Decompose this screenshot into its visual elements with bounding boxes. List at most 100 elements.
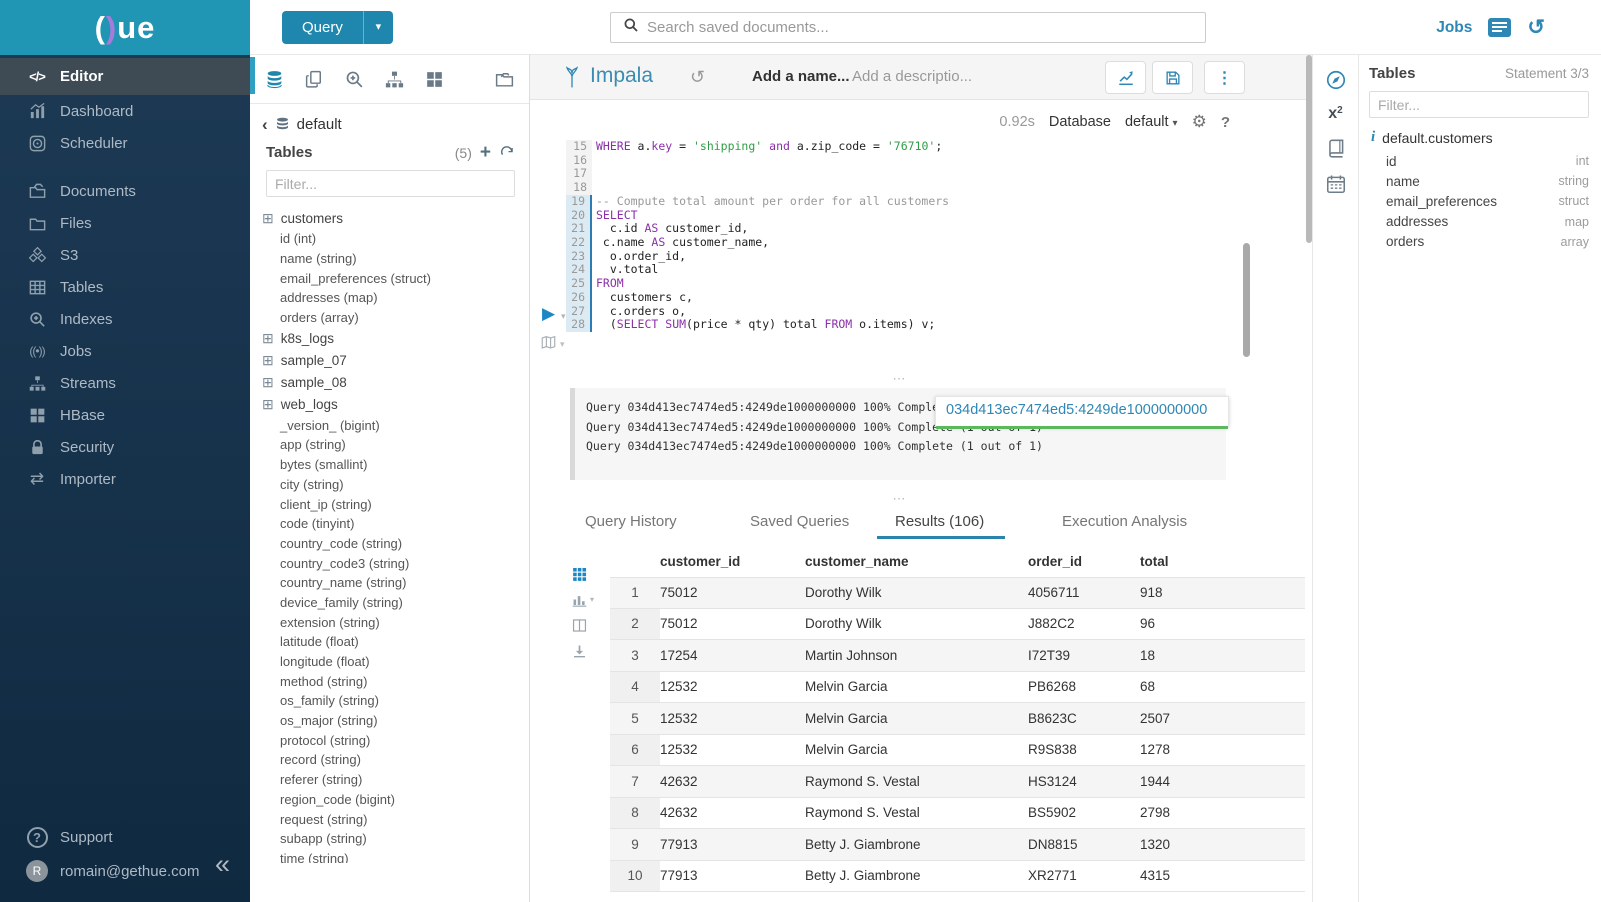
chart-button[interactable] [1105,61,1146,94]
right-column-item[interactable]: idint [1369,151,1589,171]
presentation-mode-icon[interactable] [540,335,557,355]
jobs-link[interactable]: Jobs [1436,19,1472,37]
column-header-order_id[interactable]: order_id [1028,554,1140,569]
column-item[interactable]: name (string) [250,249,529,269]
functions-icon[interactable]: x2 [1313,105,1358,123]
column-item[interactable]: code (tinyint) [250,514,529,534]
refresh-icon[interactable] [499,145,515,161]
sidebar-item-files[interactable]: Files [0,207,250,239]
column-header-total[interactable]: total [1140,554,1305,569]
job-id-popup[interactable]: 034d413ec7474ed5:4249de1000000000 [935,396,1229,427]
sidebar-item-scheduler[interactable]: Scheduler [0,127,250,159]
info-icon[interactable]: i [1371,129,1375,146]
current-database[interactable]: default [297,116,342,133]
sidebar-item-s3[interactable]: S3 [0,239,250,271]
tab-execution-analysis[interactable]: Execution Analysis [1062,513,1187,530]
column-item[interactable]: referer (string) [250,770,529,790]
column-item[interactable]: country_code (string) [250,534,529,554]
sidebar-item-documents[interactable]: Documents [0,175,250,207]
column-item[interactable]: longitude (float) [250,652,529,672]
sidebar-item-support[interactable]: ? Support [0,820,250,854]
search-assist-icon[interactable] [344,69,365,90]
column-item[interactable]: os_family (string) [250,691,529,711]
right-column-item[interactable]: ordersarray [1369,232,1589,252]
sidebar-item-jobs[interactable]: ((•))Jobs [0,335,250,367]
column-header-customer_name[interactable]: customer_name [805,554,1028,569]
column-item[interactable]: method (string) [250,671,529,691]
column-item[interactable]: latitude (float) [250,632,529,652]
column-item[interactable]: record (string) [250,750,529,770]
column-header-customer_id[interactable]: customer_id [660,554,805,569]
columns-icon[interactable] [571,617,597,634]
column-item[interactable]: id (int) [250,229,529,249]
column-item[interactable]: client_ip (string) [250,494,529,514]
more-actions-button[interactable]: ⋮ [1204,61,1245,94]
sitemap-assist-icon[interactable] [384,69,405,90]
column-item[interactable]: request (string) [250,809,529,829]
column-item[interactable]: addresses (map) [250,288,529,308]
jobs-list-icon[interactable] [1488,18,1511,37]
column-item[interactable]: subapp (string) [250,829,529,849]
sql-code-editor[interactable]: 15WHERE a.key = 'shipping' and a.zip_cod… [566,140,949,332]
query-name-field[interactable]: Add a name... [752,68,850,85]
scheduler-calendar-icon[interactable] [1313,173,1358,195]
column-item[interactable]: device_family (string) [250,593,529,613]
settings-gear-icon[interactable]: ⚙ [1192,112,1207,132]
new-query-button[interactable]: Query ▾ [282,11,393,44]
chart-view-icon[interactable]: ▾ [571,591,597,608]
column-item[interactable]: city (string) [250,475,529,495]
column-item[interactable]: protocol (string) [250,730,529,750]
help-question-icon[interactable]: ? [1221,114,1230,131]
job-id-link[interactable]: 034d413ec7474ed5:4249de1000000000 [936,397,1228,418]
right-column-item[interactable]: email_preferencesstruct [1369,191,1589,211]
tab-results-[interactable]: Results (106) [895,513,984,530]
assistant-compass-icon[interactable] [1313,69,1358,91]
column-item[interactable]: time (string) [250,849,529,863]
save-button[interactable] [1152,61,1193,94]
apps-assist-icon[interactable] [424,69,445,90]
column-item[interactable]: country_code3 (string) [250,553,529,573]
resize-handle-bottom[interactable]: ⋯ [860,495,940,503]
column-item[interactable]: email_preferences (struct) [250,268,529,288]
sidebar-item-importer[interactable]: ⇄Importer [0,463,250,495]
download-icon[interactable] [571,643,597,660]
column-item[interactable]: os_major (string) [250,711,529,731]
editor-scrollbar[interactable] [1243,243,1250,357]
editor-history-icon[interactable]: ↺ [690,67,705,88]
hue-logo[interactable]: ()ue [95,10,156,46]
tab-query-history[interactable]: Query History [585,513,677,530]
tab-saved-queries[interactable]: Saved Queries [750,513,849,530]
search-input[interactable] [647,19,1205,36]
column-item[interactable]: country_name (string) [250,573,529,593]
right-filter-input[interactable] [1369,91,1589,118]
sidebar-item-dashboard[interactable]: Dashboard [0,95,250,127]
column-item[interactable]: orders (array) [250,308,529,328]
sidebar-item-user[interactable]: R romain@gethue.com [0,854,250,888]
active-table-ref[interactable]: i default.customers [1369,126,1589,151]
column-item[interactable]: extension (string) [250,612,529,632]
sidebar-item-indexes[interactable]: Indexes [0,303,250,335]
table-item[interactable]: ⊞sample_08 [250,371,529,393]
open-folder-icon[interactable] [494,69,515,90]
grid-view-icon[interactable] [571,565,597,582]
sidebar-item-tables[interactable]: Tables [0,271,250,303]
table-item[interactable]: ⊞sample_07 [250,349,529,371]
sidebar-item-hbase[interactable]: HBase [0,399,250,431]
query-description-field[interactable]: Add a descriptio... [852,68,972,85]
sidebar-item-streams[interactable]: Streams [0,367,250,399]
right-column-item[interactable]: addressesmap [1369,212,1589,232]
column-item[interactable]: _version_ (bigint) [250,415,529,435]
execute-query-button[interactable]: ▶ [542,305,555,322]
right-column-item[interactable]: namestring [1369,171,1589,191]
database-select[interactable]: default ▾ [1125,114,1178,130]
add-table-icon[interactable]: + [480,143,491,162]
execute-options-caret-icon[interactable]: ▾ [561,311,566,322]
presentation-caret-icon[interactable]: ▾ [560,339,565,350]
sidebar-item-editor[interactable]: </>Editor [0,58,250,95]
column-item[interactable]: region_code (bigint) [250,790,529,810]
documents-assist-icon[interactable] [304,69,325,90]
chart-type-caret-icon[interactable]: ▾ [590,595,594,604]
sql-assist-icon[interactable] [264,69,285,90]
table-item[interactable]: ⊞web_logs [250,393,529,415]
resize-handle-top[interactable]: ⋯ [860,375,940,383]
